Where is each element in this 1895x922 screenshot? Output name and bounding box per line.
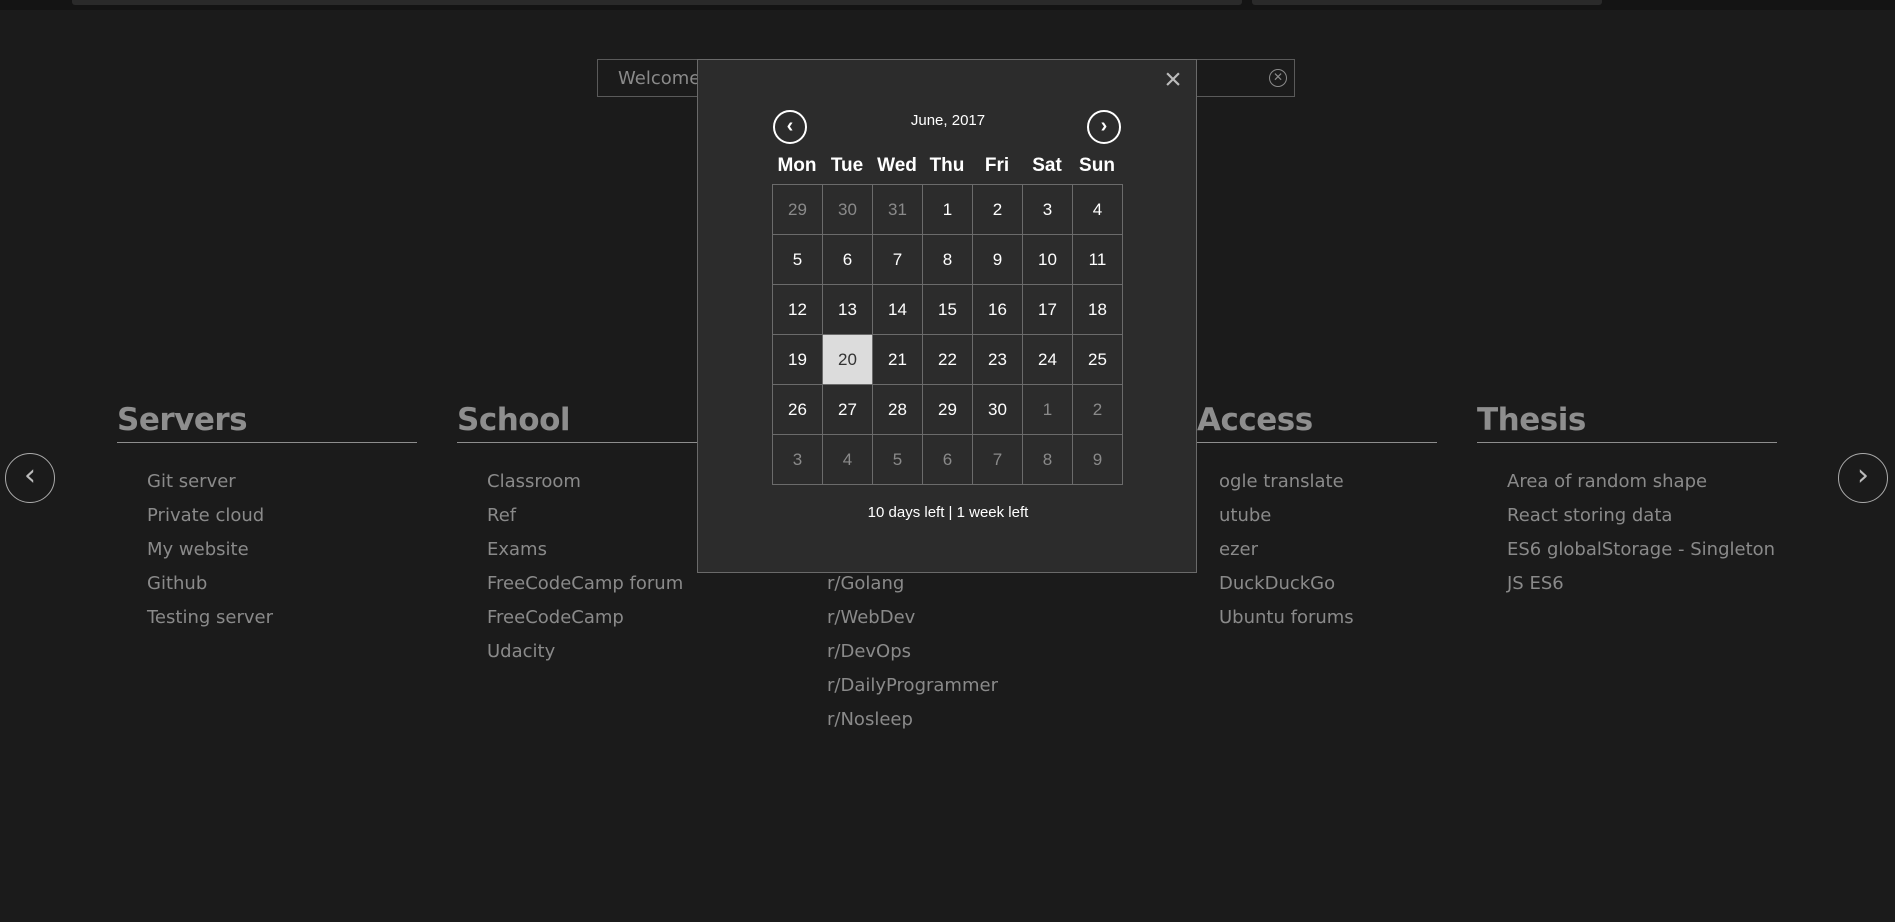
weekday-header: Mon Tue Wed Thu Fri Sat Sun (772, 155, 1122, 177)
link-item[interactable]: utube (1219, 499, 1437, 533)
calendar-day[interactable]: 6 (823, 235, 873, 285)
link-item[interactable]: Private cloud (147, 499, 417, 533)
link-item[interactable]: ezer (1219, 533, 1437, 567)
close-icon[interactable]: × (1160, 65, 1186, 95)
calendar-day[interactable]: 8 (1023, 435, 1073, 485)
calendar-day[interactable]: 31 (873, 185, 923, 235)
calendar-day[interactable]: 15 (923, 285, 973, 335)
calendar-day[interactable]: 25 (1073, 335, 1123, 385)
weekday-label: Wed (877, 155, 917, 176)
link-item[interactable]: r/DevOps (827, 635, 1097, 669)
link-item[interactable]: JS ES6 (1507, 567, 1777, 601)
top-bar (0, 0, 1895, 10)
link-item[interactable]: r/WebDev (827, 601, 1097, 635)
chevron-right-icon[interactable]: › (1838, 453, 1888, 503)
calendar-day[interactable]: 11 (1073, 235, 1123, 285)
link-item[interactable]: ES6 globalStorage - Singleton (1507, 533, 1777, 567)
calendar-day[interactable]: 9 (973, 235, 1023, 285)
calendar-day[interactable]: 24 (1023, 335, 1073, 385)
calendar-day[interactable]: 16 (973, 285, 1023, 335)
calendar-day[interactable]: 13 (823, 285, 873, 335)
weekday-label: Sun (1079, 155, 1115, 176)
calendar-day[interactable]: 10 (1023, 235, 1073, 285)
link-item[interactable]: r/DailyProgrammer (827, 669, 1097, 703)
calendar-day[interactable]: 29 (923, 385, 973, 435)
calendar-day[interactable]: 27 (823, 385, 873, 435)
category-title: Thesis (1477, 400, 1777, 443)
calendar-day[interactable]: 17 (1023, 285, 1073, 335)
calendar-day[interactable]: 1 (1023, 385, 1073, 435)
calendar-grid: 29 30 31 1 2 3 4 5 6 7 8 9 10 11 12 13 14 15 16 17 18 19 20 21 2… (772, 184, 1123, 485)
calendar-day[interactable]: 30 (823, 185, 873, 235)
clear-circle-icon[interactable]: ✕ (1269, 69, 1287, 87)
calendar-day[interactable]: 28 (873, 385, 923, 435)
calendar-modal: × ‹ June, 2017 › Mon Tue Wed Thu Fri Sat… (697, 59, 1197, 573)
calendar-day[interactable]: 2 (1073, 385, 1123, 435)
calendar-day[interactable]: 8 (923, 235, 973, 285)
weekday-label: Fri (984, 155, 1010, 176)
calendar-day[interactable]: 14 (873, 285, 923, 335)
link-item[interactable]: Area of random shape (1507, 465, 1777, 499)
calendar-day[interactable]: 5 (773, 235, 823, 285)
link-item[interactable]: Testing server (147, 601, 417, 635)
weekday-label: Thu (929, 155, 965, 176)
link-item[interactable]: Git server (147, 465, 417, 499)
calendar-day[interactable]: 18 (1073, 285, 1123, 335)
calendar-day[interactable]: 4 (1073, 185, 1123, 235)
days-left-text: 10 days left | 1 week left (867, 504, 1029, 521)
calendar-day[interactable]: 4 (823, 435, 873, 485)
category-title-text: Access (1197, 402, 1313, 438)
link-item[interactable]: DuckDuckGo (1219, 567, 1437, 601)
link-item[interactable]: My website (147, 533, 417, 567)
calendar-day[interactable]: 26 (773, 385, 823, 435)
calendar-day[interactable]: 12 (773, 285, 823, 335)
calendar-day[interactable]: 22 (923, 335, 973, 385)
calendar-day[interactable]: 7 (973, 435, 1023, 485)
top-bar-tab[interactable] (72, 0, 1242, 5)
chevron-left-icon[interactable]: ‹ (5, 453, 55, 503)
next-month-icon[interactable]: › (1087, 110, 1121, 144)
link-item[interactable]: React storing data (1507, 499, 1777, 533)
month-title: June, 2017 (910, 112, 986, 129)
top-bar-tab[interactable] (1252, 0, 1602, 5)
calendar-day[interactable]: 23 (973, 335, 1023, 385)
calendar-day[interactable]: 3 (773, 435, 823, 485)
calendar-day[interactable]: 5 (873, 435, 923, 485)
weekday-label: Sat (1032, 155, 1062, 176)
calendar-day[interactable]: 9 (1073, 435, 1123, 485)
link-item[interactable]: r/Nosleep (827, 703, 1097, 737)
calendar-day[interactable]: 21 (873, 335, 923, 385)
calendar-day[interactable]: 7 (873, 235, 923, 285)
calendar-day[interactable]: 29 (773, 185, 823, 235)
calendar-day[interactable]: 19 (773, 335, 823, 385)
calendar-day[interactable]: 1 (923, 185, 973, 235)
category-thesis: Thesis Area of random shape React storin… (1477, 400, 1777, 601)
calendar-day[interactable]: 30 (973, 385, 1023, 435)
link-list: Area of random shape React storing data … (1477, 465, 1777, 601)
weekday-label: Mon (777, 155, 817, 176)
calendar-day-today[interactable]: 20 (823, 335, 873, 385)
link-item[interactable]: Udacity (487, 635, 757, 669)
link-item[interactable]: ogle translate (1219, 465, 1437, 499)
calendar-day[interactable]: 2 (973, 185, 1023, 235)
link-item[interactable]: FreeCodeCamp (487, 601, 757, 635)
link-list: Git server Private cloud My website Gith… (117, 465, 417, 635)
weekday-label: Tue (830, 155, 864, 176)
category-title: Servers (117, 400, 417, 443)
category-servers: Servers Git server Private cloud My webs… (117, 400, 417, 635)
link-item[interactable]: Ubuntu forums (1219, 601, 1437, 635)
calendar-day[interactable]: 3 (1023, 185, 1073, 235)
calendar-day[interactable]: 6 (923, 435, 973, 485)
link-item[interactable]: Github (147, 567, 417, 601)
